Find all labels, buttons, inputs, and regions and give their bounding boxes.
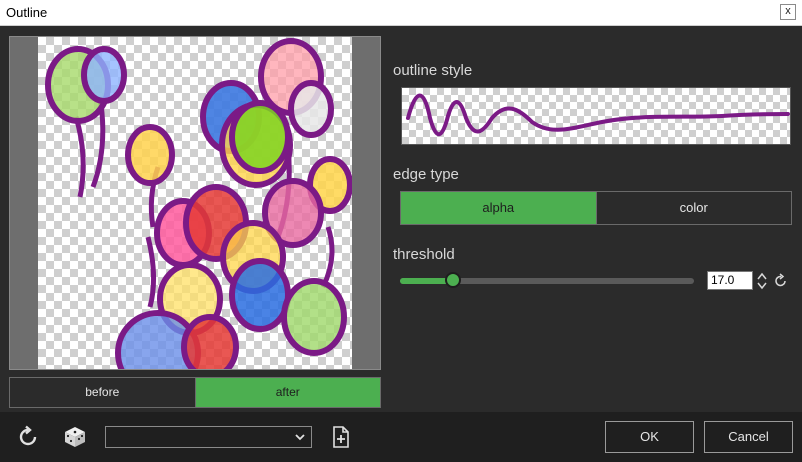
- window-title: Outline: [6, 5, 48, 20]
- after-button[interactable]: after: [194, 378, 380, 407]
- close-button[interactable]: x: [780, 4, 796, 20]
- dice-icon[interactable]: [62, 425, 88, 449]
- title-bar: Outline x: [0, 0, 802, 26]
- balloons-image: [45, 38, 352, 369]
- threshold-input[interactable]: 17.0: [707, 271, 753, 290]
- chevron-down-icon: [295, 434, 305, 441]
- image-preview: [9, 36, 381, 370]
- outline-style-label: outline style: [393, 62, 473, 79]
- edge-type-alpha-button[interactable]: alpha: [401, 192, 596, 224]
- edge-type-toggle: alpha color: [400, 191, 792, 225]
- reset-icon[interactable]: [773, 273, 789, 289]
- before-after-toggle: before after: [9, 377, 381, 408]
- up-down-arrows-icon[interactable]: [756, 271, 768, 291]
- threshold-label: threshold: [393, 246, 455, 263]
- cancel-button-label: Cancel: [728, 429, 769, 444]
- preview-canvas: [38, 37, 352, 369]
- cancel-button[interactable]: Cancel: [704, 421, 793, 453]
- ok-button-label: OK: [640, 429, 659, 444]
- threshold-slider-knob[interactable]: [444, 272, 461, 288]
- edge-type-color-button[interactable]: color: [595, 192, 791, 224]
- threshold-slider[interactable]: [400, 272, 694, 288]
- ok-button[interactable]: OK: [605, 421, 694, 453]
- before-button[interactable]: before: [10, 378, 195, 407]
- add-file-icon[interactable]: [331, 425, 351, 449]
- outline-style-preview[interactable]: [401, 87, 791, 145]
- edge-type-label: edge type: [393, 166, 459, 183]
- close-icon: x: [785, 5, 791, 17]
- preset-select[interactable]: [105, 426, 312, 448]
- outline-wave-graphic: [406, 93, 790, 137]
- main-panel: before after outline style edge type alp…: [0, 26, 802, 412]
- refresh-icon[interactable]: [16, 425, 40, 449]
- footer-bar: OK Cancel: [0, 412, 802, 462]
